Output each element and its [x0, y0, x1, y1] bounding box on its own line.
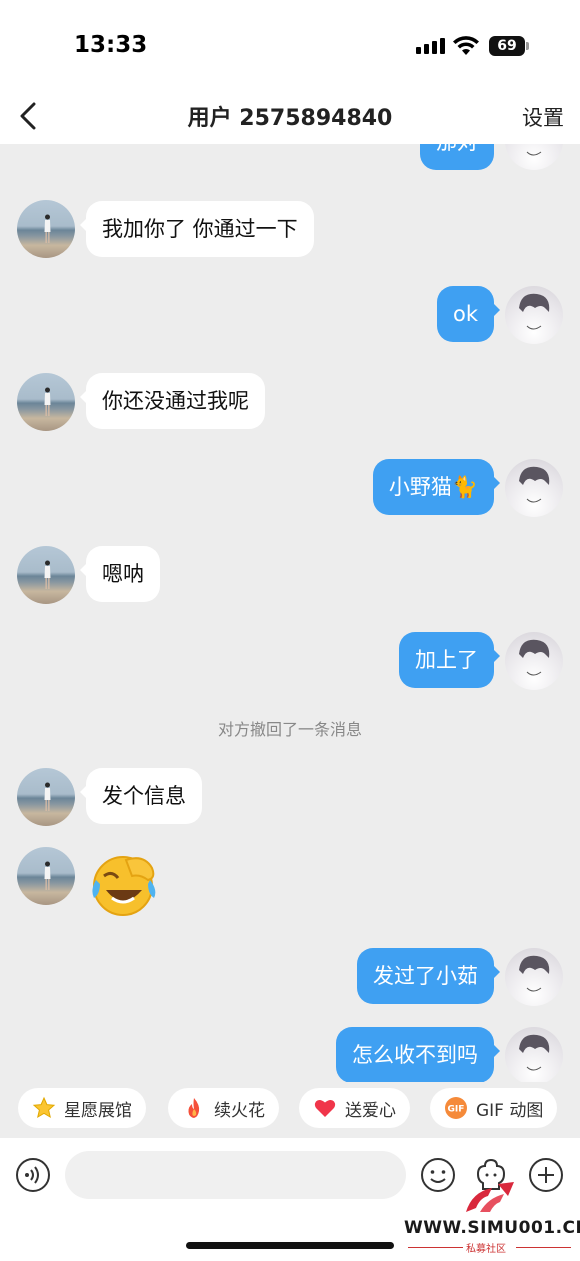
chip-star-gallery[interactable]: 星愿展馆: [18, 1088, 146, 1128]
my-avatar[interactable]: [505, 1027, 563, 1082]
chip-send-heart[interactable]: 送爱心: [299, 1088, 410, 1128]
flame-icon: [188, 1098, 200, 1118]
chip-continue-spark[interactable]: 续火花: [168, 1088, 279, 1128]
heart-icon: [314, 1099, 336, 1117]
message-bubble-incoming[interactable]: 发个信息: [80, 768, 202, 824]
recall-notice: 对方撤回了一条消息: [217, 720, 362, 739]
message-bubble-outgoing[interactable]: ok: [436, 286, 501, 342]
page-title: 用户 2575894840: [187, 106, 393, 131]
message-bubble-incoming[interactable]: 你还没通过我呢: [80, 373, 265, 429]
wifi-icon: [453, 36, 479, 55]
gif-icon: GIF: [445, 1097, 467, 1119]
message-bubble-outgoing[interactable]: 那对: [420, 144, 500, 170]
watermark-caption: 私募社区: [466, 1244, 506, 1255]
my-avatar[interactable]: [505, 144, 563, 170]
battery-icon: 69: [489, 36, 529, 56]
message-bubble-incoming[interactable]: 嗯呐: [80, 546, 160, 602]
message-bubble-outgoing[interactable]: 发过了小茹: [357, 948, 500, 1004]
quick-actions-bar: 星愿展馆 续火花 送爱心 GIF GIF 动图: [0, 1082, 580, 1138]
watermark-url: WWW.SIMU001.CN: [404, 1218, 580, 1238]
my-avatar[interactable]: [505, 286, 563, 344]
chip-label: GIF 动图: [476, 1100, 544, 1121]
status-bar: 13:33 69: [0, 0, 580, 88]
message-bubble-incoming[interactable]: 我加你了 你通过一下: [80, 201, 314, 257]
contact-avatar[interactable]: [17, 768, 75, 826]
message-input[interactable]: [65, 1151, 406, 1199]
star-icon: [32, 1096, 56, 1119]
chat-message-list[interactable]: 那对 我加你了 你通过一下 ok 你还没通过我呢 小野猫🐈: [0, 144, 580, 1082]
chat-header: 用户 2575894840 设置: [0, 88, 580, 144]
chip-gif[interactable]: GIF GIF 动图: [430, 1088, 558, 1128]
my-avatar[interactable]: [505, 948, 563, 1006]
message-bubble-outgoing[interactable]: 加上了: [399, 632, 500, 688]
watermark-rule: [516, 1247, 571, 1248]
laughing-tears-emoji[interactable]: 😂: [90, 850, 160, 916]
chip-label: 送爱心: [345, 1100, 396, 1121]
contact-avatar[interactable]: [17, 200, 75, 258]
watermark-rule: [408, 1247, 463, 1248]
home-indicator: [186, 1242, 394, 1249]
settings-button[interactable]: 设置: [522, 102, 564, 132]
voice-icon[interactable]: [15, 1157, 51, 1193]
chip-label: 星愿展馆: [64, 1100, 132, 1121]
svg-text:GIF: GIF: [448, 1105, 465, 1115]
status-time: 13:33: [74, 32, 148, 58]
signal-icon: [416, 38, 445, 54]
my-avatar[interactable]: [505, 459, 563, 517]
my-avatar[interactable]: [505, 632, 563, 690]
message-bubble-outgoing[interactable]: 小野猫🐈: [372, 459, 501, 515]
contact-avatar[interactable]: [17, 847, 75, 905]
message-bubble-outgoing[interactable]: 怎么收不到吗: [336, 1027, 500, 1082]
chip-label: 续火花: [214, 1100, 265, 1121]
watermark-logo-icon: [466, 1182, 514, 1212]
contact-avatar[interactable]: [17, 546, 75, 604]
contact-avatar[interactable]: [17, 373, 75, 431]
watermark: WWW.SIMU001.CN 私募社区: [400, 1178, 580, 1258]
